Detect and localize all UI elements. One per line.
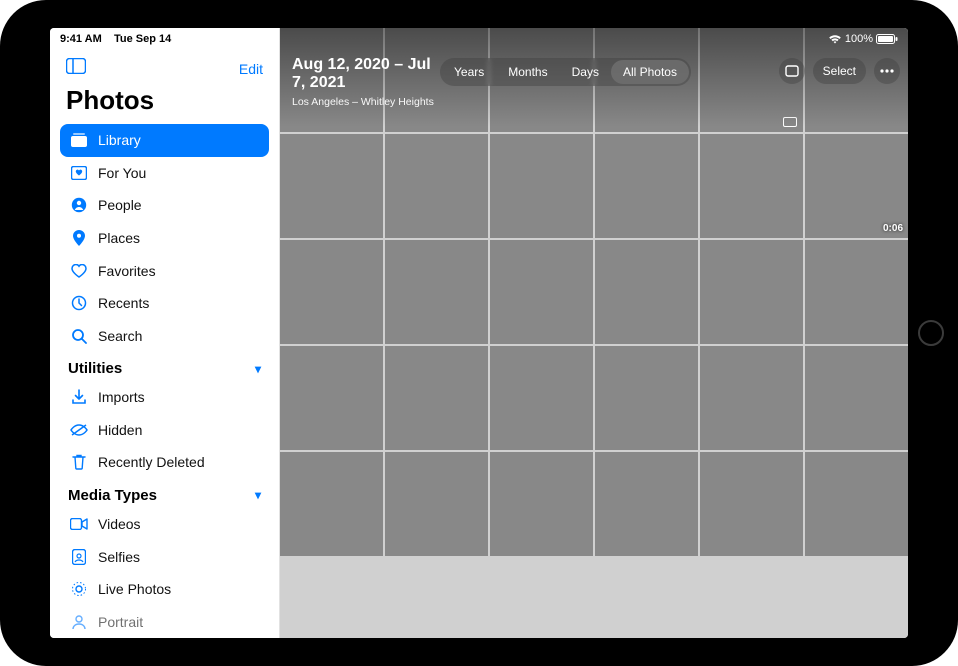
sidebar-item-search[interactable]: Search bbox=[60, 319, 269, 352]
segment-months[interactable]: Months bbox=[496, 60, 559, 84]
photo-grid[interactable]: 0:06 bbox=[280, 28, 908, 638]
sidebar-item-foryou[interactable]: For You bbox=[60, 157, 269, 190]
more-icon bbox=[880, 69, 894, 73]
photo-thumb[interactable] bbox=[490, 452, 593, 556]
sidebar-item-label: People bbox=[98, 197, 142, 213]
recents-icon bbox=[70, 295, 88, 311]
photo-thumb[interactable] bbox=[280, 452, 383, 556]
sidebar-item-label: For You bbox=[98, 165, 146, 181]
photo-thumb[interactable] bbox=[595, 134, 698, 238]
photo-thumb[interactable] bbox=[700, 346, 803, 450]
photo-thumb[interactable] bbox=[805, 240, 908, 344]
photo-thumb[interactable] bbox=[490, 240, 593, 344]
segment-days[interactable]: Days bbox=[560, 60, 611, 84]
sidebar-item-people[interactable]: People bbox=[60, 189, 269, 222]
livephotos-icon bbox=[70, 581, 88, 597]
places-icon bbox=[70, 230, 88, 246]
photo-thumb[interactable] bbox=[280, 134, 383, 238]
people-icon bbox=[70, 197, 88, 213]
segment-years[interactable]: Years bbox=[442, 60, 496, 84]
photo-thumb[interactable] bbox=[595, 452, 698, 556]
trash-icon bbox=[70, 454, 88, 470]
photo-thumb[interactable] bbox=[595, 346, 698, 450]
section-title: Utilities bbox=[68, 360, 122, 377]
sidebar-item-label: Favorites bbox=[98, 263, 156, 279]
photo-thumb[interactable] bbox=[280, 346, 383, 450]
sidebar-item-label: Recently Deleted bbox=[98, 454, 205, 470]
photo-thumb[interactable] bbox=[805, 346, 908, 450]
photo-thumb[interactable] bbox=[385, 452, 488, 556]
home-button[interactable] bbox=[918, 320, 944, 346]
search-icon bbox=[70, 328, 88, 344]
sidebar-title: Photos bbox=[60, 85, 269, 124]
sidebar-item-videos[interactable]: Videos bbox=[60, 508, 269, 541]
sidebar-item-library[interactable]: Library bbox=[60, 124, 269, 157]
sidebar-item-label: Search bbox=[98, 328, 142, 344]
photo-thumb[interactable] bbox=[385, 134, 488, 238]
sidebar-item-label: Live Photos bbox=[98, 581, 171, 597]
view-segmented-control[interactable]: Years Months Days All Photos bbox=[440, 58, 691, 86]
sidebar-toggle-icon[interactable] bbox=[66, 58, 86, 79]
sidebar-item-label: Recents bbox=[98, 295, 149, 311]
sidebar-item-selfies[interactable]: Selfies bbox=[60, 540, 269, 573]
photo-thumb[interactable] bbox=[490, 346, 593, 450]
photo-thumb[interactable] bbox=[700, 134, 803, 238]
photo-thumb[interactable] bbox=[280, 28, 383, 132]
library-icon bbox=[70, 133, 88, 147]
photo-thumb[interactable] bbox=[595, 240, 698, 344]
sidebar-item-favorites[interactable]: Favorites bbox=[60, 254, 269, 287]
sidebar-item-label: Places bbox=[98, 230, 140, 246]
chevron-down-icon: ▾ bbox=[255, 488, 261, 502]
sidebar-item-portrait[interactable]: Portrait bbox=[60, 606, 269, 638]
photo-thumb[interactable] bbox=[490, 134, 593, 238]
photo-grid-area: 0:06 bbox=[280, 28, 908, 638]
sidebar: Edit Photos Library For You People Place… bbox=[50, 28, 280, 638]
selfies-icon bbox=[70, 549, 88, 565]
sidebar-item-places[interactable]: Places bbox=[60, 222, 269, 255]
more-button[interactable] bbox=[874, 58, 900, 84]
sidebar-item-recents[interactable]: Recents bbox=[60, 287, 269, 320]
photo-thumb[interactable] bbox=[280, 240, 383, 344]
photo-thumb[interactable]: 0:06 bbox=[805, 134, 908, 238]
sidebar-item-label: Hidden bbox=[98, 422, 142, 438]
imports-icon bbox=[70, 389, 88, 405]
sidebar-section-utilities[interactable]: Utilities ▾ bbox=[60, 352, 269, 381]
portrait-icon bbox=[70, 614, 88, 630]
sidebar-item-label: Library bbox=[98, 132, 141, 148]
sidebar-item-recently-deleted[interactable]: Recently Deleted bbox=[60, 446, 269, 479]
segment-allphotos[interactable]: All Photos bbox=[611, 60, 689, 84]
select-button[interactable]: Select bbox=[813, 58, 866, 84]
photo-thumb[interactable] bbox=[700, 240, 803, 344]
sidebar-item-hidden[interactable]: Hidden bbox=[60, 414, 269, 447]
aspect-icon bbox=[785, 65, 799, 77]
sidebar-item-label: Selfies bbox=[98, 549, 140, 565]
aspect-button[interactable] bbox=[779, 58, 805, 84]
sidebar-item-label: Imports bbox=[98, 389, 145, 405]
hidden-icon bbox=[70, 424, 88, 436]
sidebar-item-label: Portrait bbox=[98, 614, 143, 630]
sidebar-section-mediatypes[interactable]: Media Types ▾ bbox=[60, 479, 269, 508]
sidebar-item-label: Videos bbox=[98, 516, 141, 532]
panorama-icon bbox=[783, 117, 797, 127]
video-duration: 0:06 bbox=[883, 223, 903, 234]
photo-thumb[interactable] bbox=[805, 452, 908, 556]
videos-icon bbox=[70, 518, 88, 530]
photo-thumb[interactable] bbox=[385, 240, 488, 344]
photo-thumb[interactable] bbox=[385, 346, 488, 450]
edit-button[interactable]: Edit bbox=[239, 61, 263, 77]
chevron-down-icon: ▾ bbox=[255, 362, 261, 376]
foryou-icon bbox=[70, 166, 88, 180]
photo-thumb[interactable] bbox=[700, 452, 803, 556]
sidebar-item-livephotos[interactable]: Live Photos bbox=[60, 573, 269, 606]
section-title: Media Types bbox=[68, 487, 157, 504]
sidebar-item-imports[interactable]: Imports bbox=[60, 381, 269, 414]
favorites-icon bbox=[70, 264, 88, 278]
